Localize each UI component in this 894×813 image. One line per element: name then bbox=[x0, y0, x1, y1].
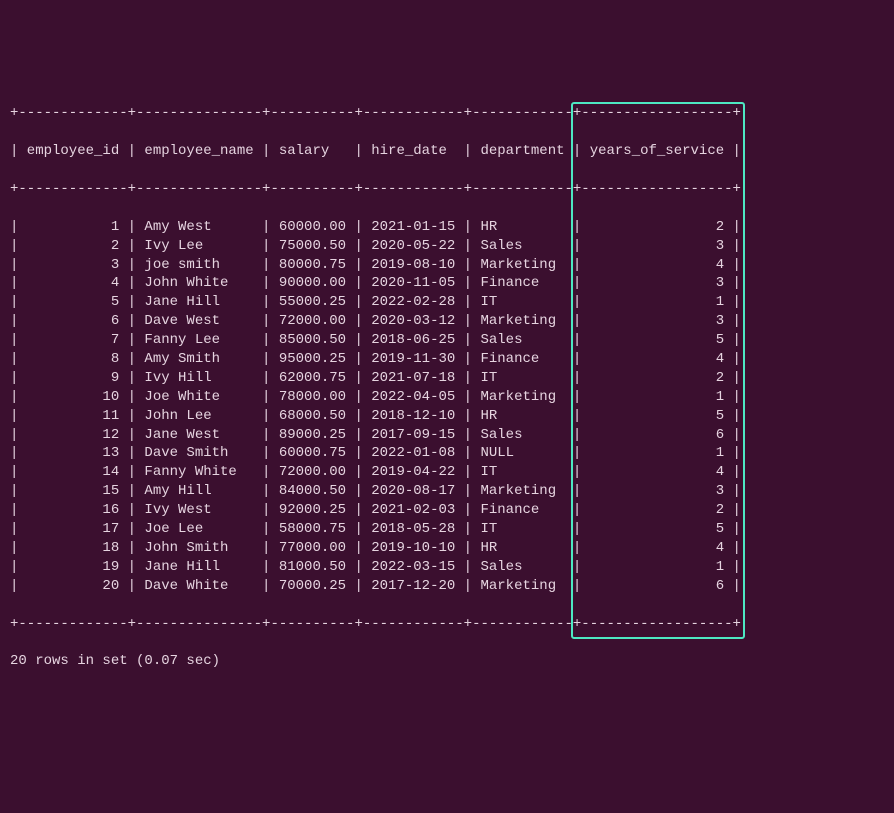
table-row: | 16 | Ivy West | 92000.25 | 2021-02-03 … bbox=[10, 501, 884, 520]
table-row: | 13 | Dave Smith | 60000.75 | 2022-01-0… bbox=[10, 444, 884, 463]
table-header-row: | employee_id | employee_name | salary |… bbox=[10, 142, 884, 161]
table-row: | 2 | Ivy Lee | 75000.50 | 2020-05-22 | … bbox=[10, 237, 884, 256]
table-row: | 9 | Ivy Hill | 62000.75 | 2021-07-18 |… bbox=[10, 369, 884, 388]
table-row: | 3 | joe smith | 80000.75 | 2019-08-10 … bbox=[10, 256, 884, 275]
table-body: | 1 | Amy West | 60000.00 | 2021-01-15 |… bbox=[10, 218, 884, 596]
table-row: | 1 | Amy West | 60000.00 | 2021-01-15 |… bbox=[10, 218, 884, 237]
table-row: | 5 | Jane Hill | 55000.25 | 2022-02-28 … bbox=[10, 293, 884, 312]
table-row: | 7 | Fanny Lee | 85000.50 | 2018-06-25 … bbox=[10, 331, 884, 350]
table-row: | 19 | Jane Hill | 81000.50 | 2022-03-15… bbox=[10, 558, 884, 577]
sql-result-output: +-------------+---------------+---------… bbox=[10, 86, 884, 709]
table-border-top: +-------------+---------------+---------… bbox=[10, 104, 884, 123]
table-row: | 20 | Dave White | 70000.25 | 2017-12-2… bbox=[10, 577, 884, 596]
table-row: | 18 | John Smith | 77000.00 | 2019-10-1… bbox=[10, 539, 884, 558]
table-row: | 17 | Joe Lee | 58000.75 | 2018-05-28 |… bbox=[10, 520, 884, 539]
table-row: | 4 | John White | 90000.00 | 2020-11-05… bbox=[10, 274, 884, 293]
table-row: | 6 | Dave West | 72000.00 | 2020-03-12 … bbox=[10, 312, 884, 331]
table-border-bottom: +-------------+---------------+---------… bbox=[10, 615, 884, 634]
table-row: | 11 | John Lee | 68000.50 | 2018-12-10 … bbox=[10, 407, 884, 426]
table-border-mid: +-------------+---------------+---------… bbox=[10, 180, 884, 199]
result-footer: 20 rows in set (0.07 sec) bbox=[10, 652, 884, 671]
table-row: | 8 | Amy Smith | 95000.25 | 2019-11-30 … bbox=[10, 350, 884, 369]
table-row: | 14 | Fanny White | 72000.00 | 2019-04-… bbox=[10, 463, 884, 482]
table-row: | 10 | Joe White | 78000.00 | 2022-04-05… bbox=[10, 388, 884, 407]
table-row: | 15 | Amy Hill | 84000.50 | 2020-08-17 … bbox=[10, 482, 884, 501]
table-row: | 12 | Jane West | 89000.25 | 2017-09-15… bbox=[10, 426, 884, 445]
